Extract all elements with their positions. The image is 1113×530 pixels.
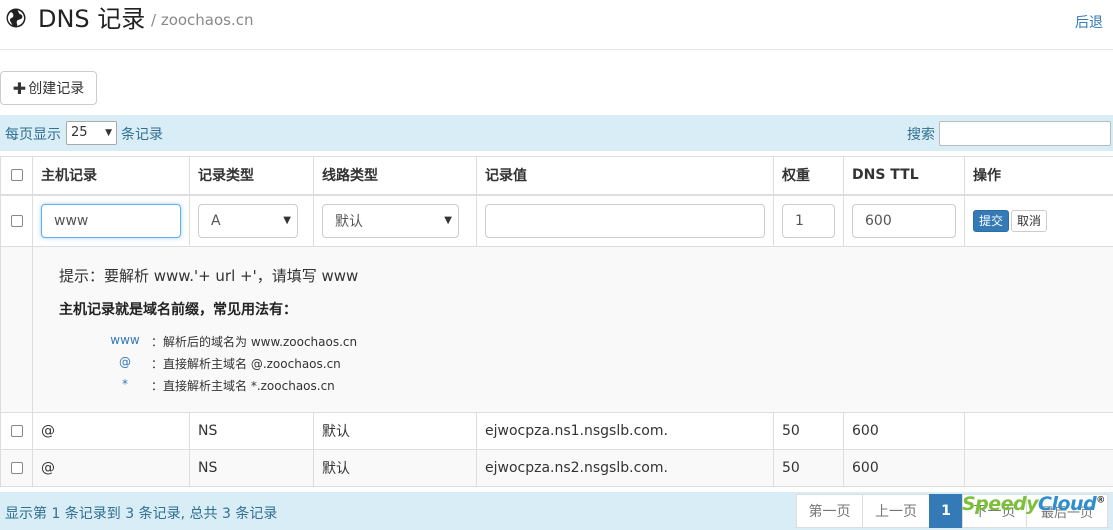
cell-weight: 50 <box>773 449 844 487</box>
cell-line: 默认 <box>313 412 477 450</box>
edit-weight-cell: 1 <box>773 194 844 247</box>
example-desc-wildcard: ：直接解析主域名 *.zoochaos.cn <box>151 379 335 393</box>
cell-weight: 50 <box>773 412 844 450</box>
cell-host: @ <box>32 412 190 450</box>
record-type-value: A <box>211 212 221 229</box>
watermark-part1: Speedy <box>962 493 1039 515</box>
perpage-suffix: 条记录 <box>121 127 163 143</box>
example-desc-at: ：直接解析主域名 @.zoochaos.cn <box>151 357 341 371</box>
column-header-weight[interactable]: 权重 <box>773 156 844 196</box>
page-current-button[interactable]: 1 <box>929 494 963 528</box>
table-row[interactable]: @ NS 默认 ejwocpza.ns1.nsgslb.com. 50 600 <box>0 412 1113 450</box>
cell-line: 默认 <box>313 449 477 487</box>
search-label: 搜索 <box>907 127 935 143</box>
back-link[interactable]: 后退 <box>1075 12 1103 32</box>
create-record-button[interactable]: ✚ 创建记录 <box>0 71 97 105</box>
help-panel: 提示：要解析 www.'+ url +'，请填写 www 主机记录就是域名前缀，… <box>33 247 1113 412</box>
row-check-cell <box>0 449 33 487</box>
weight-input[interactable]: 1 <box>782 203 835 238</box>
cell-actions <box>964 412 1113 450</box>
globe-icon <box>6 8 26 28</box>
caret-down-icon: ▼ <box>444 215 452 227</box>
row-checkbox[interactable] <box>10 462 23 474</box>
select-all-cell <box>0 156 33 196</box>
caret-down-icon: ▼ <box>105 128 112 138</box>
watermark-part2: Cloud <box>1038 493 1097 515</box>
edit-line-cell: 默认 ▼ <box>313 194 477 247</box>
cell-ttl: 600 <box>843 449 965 487</box>
edit-value-cell <box>476 194 774 247</box>
example-desc-www: ：解析后的域名为 www.zoochaos.cn <box>151 335 358 349</box>
example-key-at: @ <box>119 355 131 369</box>
cell-value: ejwocpza.ns1.nsgslb.com. <box>476 412 774 450</box>
record-type-select[interactable]: A ▼ <box>198 203 298 238</box>
row-checkbox[interactable] <box>10 425 23 437</box>
registered-mark: ® <box>1096 495 1105 506</box>
column-header-ttl[interactable]: DNS TTL <box>843 156 965 196</box>
table-row[interactable]: @ NS 默认 ejwocpza.ns2.nsgslb.com. 50 600 <box>0 449 1113 487</box>
cell-host: @ <box>32 449 190 487</box>
host-input[interactable]: www <box>41 203 181 238</box>
help-heading: 主机记录就是域名前缀，常见用法有： <box>59 302 297 318</box>
page-first-button[interactable]: 第一页 <box>796 494 863 528</box>
column-header-actions: 操作 <box>964 156 1113 196</box>
page-header: DNS 记录 / zoochaos.cn 后退 <box>0 0 1113 50</box>
ttl-input[interactable]: 600 <box>852 203 956 238</box>
column-header-host[interactable]: 主机记录 <box>32 156 190 196</box>
table-toolbar: 每页显示 25 ▼ 条记录 搜索 <box>0 115 1113 151</box>
column-header-type[interactable]: 记录类型 <box>189 156 314 196</box>
plus-icon: ✚ <box>12 78 27 98</box>
domain-subtitle: / zoochaos.cn <box>151 11 254 29</box>
edit-record-row: www A ▼ 默认 ▼ 1 600 提交 取消 <box>0 194 1113 247</box>
cancel-button[interactable]: 取消 <box>1011 209 1048 232</box>
cell-value: ejwocpza.ns2.nsgslb.com. <box>476 449 774 487</box>
edit-type-cell: A ▼ <box>189 194 314 247</box>
search-input[interactable] <box>939 121 1111 146</box>
edit-host-cell: www <box>32 194 190 247</box>
cell-type: NS <box>189 412 314 450</box>
edit-actions-cell: 提交 取消 <box>964 194 1113 247</box>
perpage-select[interactable]: 25 ▼ <box>66 121 117 145</box>
table-header-row: 主机记录 记录类型 线路类型 记录值 权重 DNS TTL 操作 <box>0 156 1113 196</box>
example-key-wildcard: * <box>122 377 128 391</box>
line-type-select[interactable]: 默认 ▼ <box>322 203 459 238</box>
speedycloud-watermark: SpeedyCloud® <box>962 493 1105 515</box>
create-record-label: 创建记录 <box>28 81 85 97</box>
cell-ttl: 600 <box>843 412 965 450</box>
example-key-www: www <box>110 333 140 347</box>
pagination-info: 显示第 1 条记录到 3 条记录, 总共 3 条记录 <box>5 506 278 522</box>
cell-type: NS <box>189 449 314 487</box>
edit-ttl-cell: 600 <box>843 194 965 247</box>
help-row-spacer <box>0 246 33 413</box>
help-hint: 提示：要解析 www.'+ url +'，请填写 www <box>59 267 359 285</box>
dns-records-table: 主机记录 记录类型 线路类型 记录值 权重 DNS TTL 操作 www A ▼ <box>0 156 1113 487</box>
page-title: DNS 记录 <box>38 5 146 33</box>
column-header-value[interactable]: 记录值 <box>476 156 774 196</box>
table-footer: 显示第 1 条记录到 3 条记录, 总共 3 条记录 第一页 上一页 1 下一页… <box>0 492 1113 530</box>
help-cell: 提示：要解析 www.'+ url +'，请填写 www 主机记录就是域名前缀，… <box>32 246 1113 413</box>
perpage-value: 25 <box>71 125 88 140</box>
cell-actions <box>964 449 1113 487</box>
select-all-checkbox[interactable] <box>10 169 23 182</box>
caret-down-icon: ▼ <box>283 215 291 227</box>
submit-button[interactable]: 提交 <box>973 209 1010 232</box>
record-value-input[interactable] <box>485 203 765 238</box>
edit-row-checkbox[interactable] <box>10 214 23 227</box>
help-row: 提示：要解析 www.'+ url +'，请填写 www 主机记录就是域名前缀，… <box>0 246 1113 413</box>
edit-row-check-cell <box>0 194 33 247</box>
page-prev-button[interactable]: 上一页 <box>862 494 930 528</box>
row-check-cell <box>0 412 33 450</box>
line-type-value: 默认 <box>335 213 363 230</box>
perpage-prefix: 每页显示 <box>5 127 61 143</box>
column-header-line[interactable]: 线路类型 <box>313 156 477 196</box>
